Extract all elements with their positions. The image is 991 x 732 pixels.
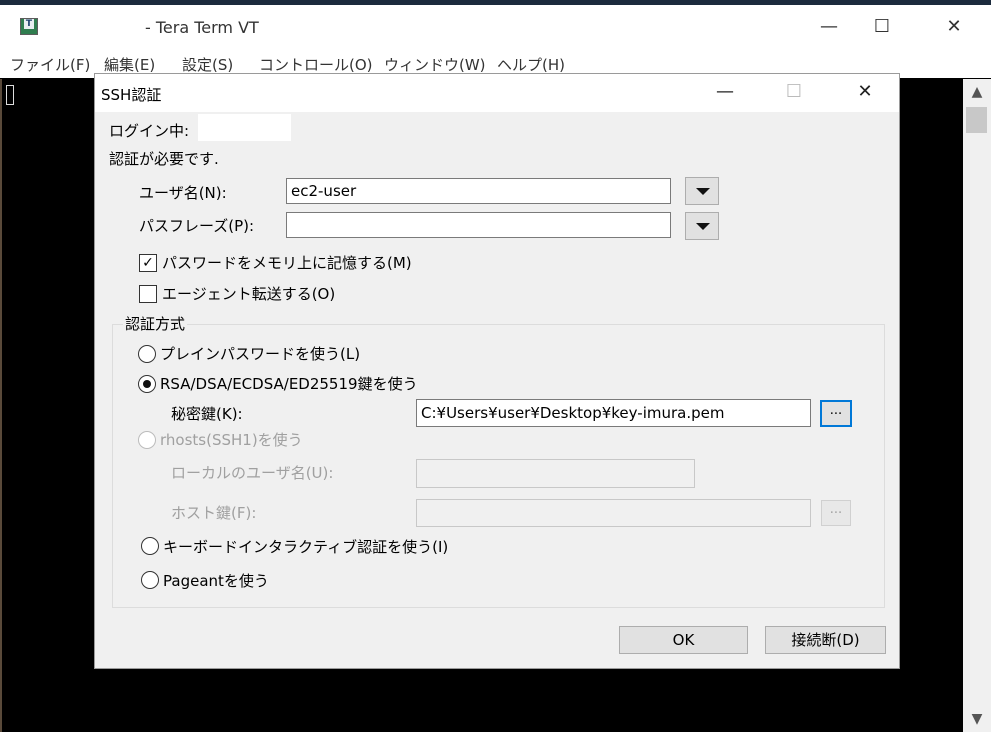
ssh-auth-dialog: SSH認証 — ☐ ✕ ログイン中: 認証が必要です. ユーザ名(N): ec2…	[94, 73, 900, 669]
auth-method-title: 認証方式	[123, 313, 188, 334]
host-key-input	[416, 499, 811, 527]
passphrase-input[interactable]	[286, 212, 671, 238]
scroll-up-icon[interactable]: ▲	[963, 79, 991, 105]
pageant-label[interactable]: Pageantを使う	[163, 570, 269, 591]
scroll-thumb[interactable]	[966, 107, 987, 133]
agent-forward-label[interactable]: エージェント転送する(O)	[162, 283, 335, 304]
remember-password-label[interactable]: パスワードをメモリ上に記憶する(M)	[162, 252, 412, 273]
username-dropdown-button[interactable]	[685, 177, 719, 205]
private-key-browse-button[interactable]: ...	[820, 400, 852, 427]
menu-file[interactable]: ファイル(F)	[10, 54, 90, 75]
logging-in-host	[198, 114, 291, 141]
plain-password-label[interactable]: プレインパスワードを使う(L)	[160, 343, 360, 364]
disconnect-button[interactable]: 接続断(D)	[765, 626, 886, 654]
logging-in-label: ログイン中:	[109, 122, 190, 140]
menu-settings[interactable]: 設定(S)	[182, 54, 233, 75]
menu-edit[interactable]: 編集(E)	[104, 54, 155, 75]
agent-forward-checkbox[interactable]	[139, 285, 157, 303]
rhosts-label: rhosts(SSH1)を使う	[160, 431, 303, 449]
keyboard-interactive-label[interactable]: キーボードインタラクティブ認証を使う(I)	[163, 536, 448, 557]
dialog-maximize-button: ☐	[785, 81, 803, 102]
remember-password-checkbox[interactable]: ✓	[139, 254, 157, 272]
local-username-label: ローカルのユーザ名(U):	[171, 464, 334, 482]
title-bar[interactable]: - Tera Term VT — ☐ ✕	[0, 5, 991, 50]
local-username-input	[416, 459, 695, 488]
radio-rsa-key[interactable]	[138, 375, 156, 393]
menu-window[interactable]: ウィンドウ(W)	[384, 54, 486, 75]
username-label: ユーザ名(N):	[139, 184, 227, 202]
tera-term-app-icon[interactable]	[20, 18, 38, 35]
window-title: - Tera Term VT	[145, 18, 259, 37]
radio-keyboard-interactive[interactable]	[141, 537, 159, 555]
host-key-browse-button: ...	[821, 500, 851, 526]
radio-pageant[interactable]	[141, 571, 159, 589]
rsa-key-label[interactable]: RSA/DSA/ECDSA/ED25519鍵を使う	[160, 373, 418, 394]
passphrase-dropdown-button[interactable]	[685, 212, 719, 240]
maximize-button[interactable]: ☐	[859, 5, 905, 50]
menu-help[interactable]: ヘルプ(H)	[497, 54, 565, 75]
dialog-close-button[interactable]: ✕	[835, 74, 895, 112]
dialog-minimize-button[interactable]: —	[695, 74, 755, 112]
minimize-button[interactable]: —	[806, 5, 852, 50]
username-input[interactable]: ec2-user	[286, 178, 671, 204]
vertical-scrollbar[interactable]: ▲ ▼	[963, 79, 991, 732]
close-button[interactable]: ✕	[931, 5, 977, 50]
radio-rhosts	[138, 431, 156, 449]
host-key-label: ホスト鍵(F):	[171, 504, 257, 522]
ok-button[interactable]: OK	[619, 626, 748, 654]
private-key-label: 秘密鍵(K):	[171, 405, 243, 423]
auth-required-text: 認証が必要です.	[109, 150, 219, 168]
terminal-cursor	[6, 85, 14, 105]
radio-plain-password[interactable]	[138, 345, 156, 363]
passphrase-label: パスフレーズ(P):	[139, 217, 255, 235]
private-key-input[interactable]: C:¥Users¥user¥Desktop¥key-imura.pem	[416, 399, 811, 427]
dialog-title-bar[interactable]: SSH認証 — ☐ ✕	[95, 74, 899, 112]
menu-control[interactable]: コントロール(O)	[259, 54, 373, 75]
scroll-down-icon[interactable]: ▼	[963, 706, 991, 732]
dialog-title: SSH認証	[101, 86, 162, 104]
